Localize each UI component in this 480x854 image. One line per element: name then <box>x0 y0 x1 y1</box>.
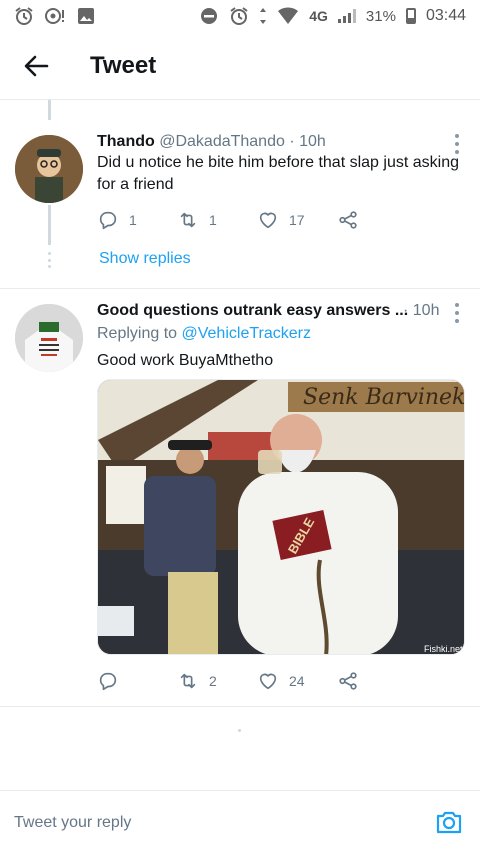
retweet-icon <box>180 212 196 228</box>
media-watermark: Fishki.net <box>424 644 463 654</box>
tweet-time: · 10h <box>289 133 326 150</box>
share-button[interactable] <box>337 670 417 692</box>
image-icon <box>78 8 94 24</box>
like-button[interactable]: 24 <box>257 670 337 692</box>
retweet-count: 1 <box>209 212 217 228</box>
like-count: 24 <box>289 673 305 689</box>
sync-alert-icon <box>45 8 64 24</box>
reply-count: 1 <box>129 212 137 228</box>
share-icon <box>339 211 357 229</box>
camera-icon <box>436 811 462 834</box>
show-replies-link[interactable]: Show replies <box>99 250 191 268</box>
retweet-count: 2 <box>209 673 217 689</box>
more-options-icon[interactable] <box>454 134 460 154</box>
camera-button[interactable] <box>434 807 464 837</box>
status-left <box>14 6 96 26</box>
tweet-text: Good work BuyaMthetho <box>97 352 274 369</box>
reply-button[interactable]: 1 <box>97 209 177 231</box>
like-button[interactable]: 17 <box>257 209 337 231</box>
heart-icon <box>259 212 277 229</box>
tweet-good-questions[interactable]: Good questions outrank easy answers ... … <box>0 289 480 705</box>
avatar-image <box>15 304 83 372</box>
tweet-header: Thando @DakadaThando · 10h <box>97 133 326 151</box>
tweet-text: Did u notice he bite him before that sla… <box>97 154 459 193</box>
like-count: 17 <box>289 212 305 228</box>
page-title: Tweet <box>90 51 157 79</box>
share-button[interactable] <box>337 209 417 231</box>
back-arrow-icon <box>24 55 49 76</box>
loading-dot <box>238 729 241 732</box>
reply-icon <box>99 211 117 230</box>
network-type: 4G <box>309 8 328 24</box>
avatar-image <box>15 135 83 203</box>
heart-icon <box>259 673 277 690</box>
reply-button[interactable] <box>97 670 177 692</box>
display-name[interactable]: Good questions outrank easy answers ... <box>97 302 408 319</box>
reply-input[interactable] <box>14 805 424 841</box>
tweet-media-image[interactable]: Senk Barvinek BIBLE Fishki.net <box>97 379 465 655</box>
alarm-icon <box>230 7 248 25</box>
battery-percent: 31% <box>365 7 396 25</box>
retweet-button[interactable]: 2 <box>177 670 257 692</box>
replying-to-label: Replying to <box>97 325 178 342</box>
tweet-header: Good questions outrank easy answers ... <box>97 302 408 320</box>
wifi-icon <box>278 7 299 25</box>
clock: 03:44 <box>425 7 466 24</box>
battery-icon <box>405 8 416 24</box>
tweet-actions: 2 24 <box>97 667 417 695</box>
reply-icon <box>99 672 117 691</box>
tweet-thando[interactable]: Thando @DakadaThando · 10h Did u notice … <box>0 100 480 288</box>
retweet-icon <box>180 673 196 689</box>
do-not-disturb-icon <box>201 8 218 24</box>
alarm-icon <box>15 7 33 25</box>
retweet-button[interactable]: 1 <box>177 209 257 231</box>
back-button[interactable] <box>0 32 72 100</box>
status-bar: 4G 31% 03:44 <box>0 0 480 32</box>
app-header: Tweet <box>0 32 480 100</box>
status-right: 4G 31% 03:44 <box>199 6 466 26</box>
data-arrows-icon <box>260 8 267 24</box>
user-handle[interactable]: @DakadaThando <box>159 133 285 150</box>
reply-composer <box>0 790 480 854</box>
tweet-time: · 10h <box>403 302 440 319</box>
signal-icon <box>337 9 356 23</box>
divider <box>0 706 480 707</box>
display-name[interactable]: Thando <box>97 133 155 150</box>
avatar[interactable] <box>15 135 83 203</box>
avatar[interactable] <box>15 304 83 372</box>
replying-to-handle[interactable]: @VehicleTrackerz <box>182 325 311 342</box>
tweet-actions: 1 1 17 <box>97 206 417 234</box>
media-sign-text: Senk Barvinek <box>303 385 465 410</box>
photo-monk-drinking: Senk Barvinek BIBLE Fishki.net <box>98 380 465 654</box>
more-options-icon[interactable] <box>454 303 460 323</box>
share-icon <box>339 672 357 690</box>
replying-to: Replying to @VehicleTrackerz <box>97 325 311 343</box>
